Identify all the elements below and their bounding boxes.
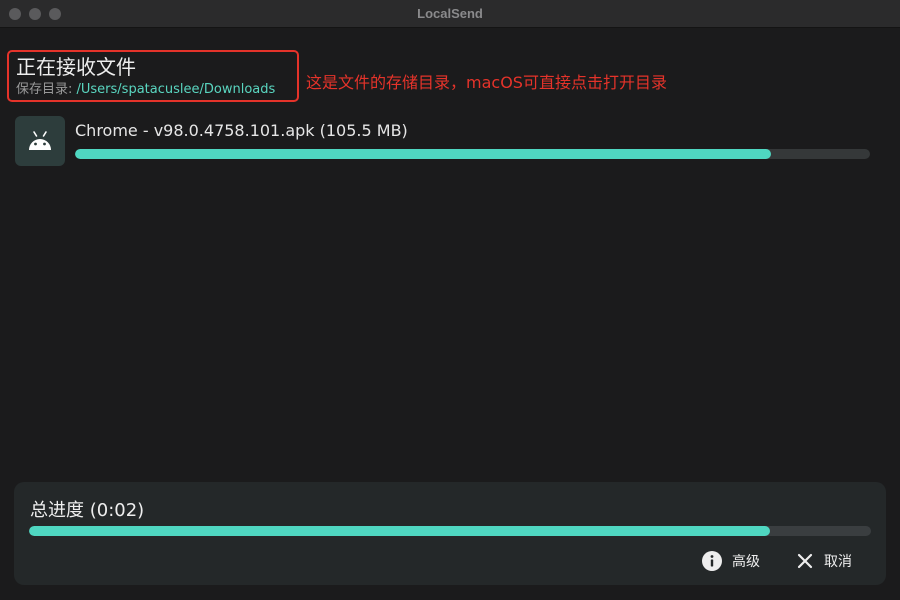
- save-directory-link[interactable]: /Users/spatacuslee/Downloads: [77, 82, 276, 97]
- close-icon: [796, 552, 814, 570]
- file-progress-fill: [75, 149, 772, 159]
- total-progress-label: 总进度 (0:02): [30, 500, 145, 521]
- info-icon: [702, 551, 722, 571]
- localsend-window: LocalSend 正在接收文件 保存目录: /Users/spatacusle…: [0, 0, 900, 600]
- save-directory-label: 保存目录:: [16, 82, 77, 97]
- advanced-button-label: 高级: [732, 554, 760, 570]
- cancel-button[interactable]: 取消: [796, 546, 852, 576]
- page-title: 正在接收文件: [16, 55, 136, 79]
- total-progress-fill: [29, 526, 770, 536]
- save-directory-row: 保存目录: /Users/spatacuslee/Downloads: [16, 78, 275, 97]
- file-progress-bar: [75, 149, 870, 159]
- window-title: LocalSend: [417, 6, 483, 21]
- annotation-text: 这是文件的存储目录，macOS可直接点击打开目录: [306, 73, 667, 92]
- file-type-badge: [15, 116, 65, 166]
- file-name: Chrome - v98.0.4758.101.apk (105.5 MB): [75, 121, 408, 140]
- android-icon: [29, 131, 51, 150]
- cancel-button-label: 取消: [824, 554, 852, 570]
- advanced-button[interactable]: 高级: [702, 546, 760, 576]
- title-bar[interactable]: LocalSend: [0, 0, 900, 28]
- total-progress-bar: [29, 526, 871, 536]
- total-progress-panel: 总进度 (0:02) 高级 取消: [14, 482, 886, 585]
